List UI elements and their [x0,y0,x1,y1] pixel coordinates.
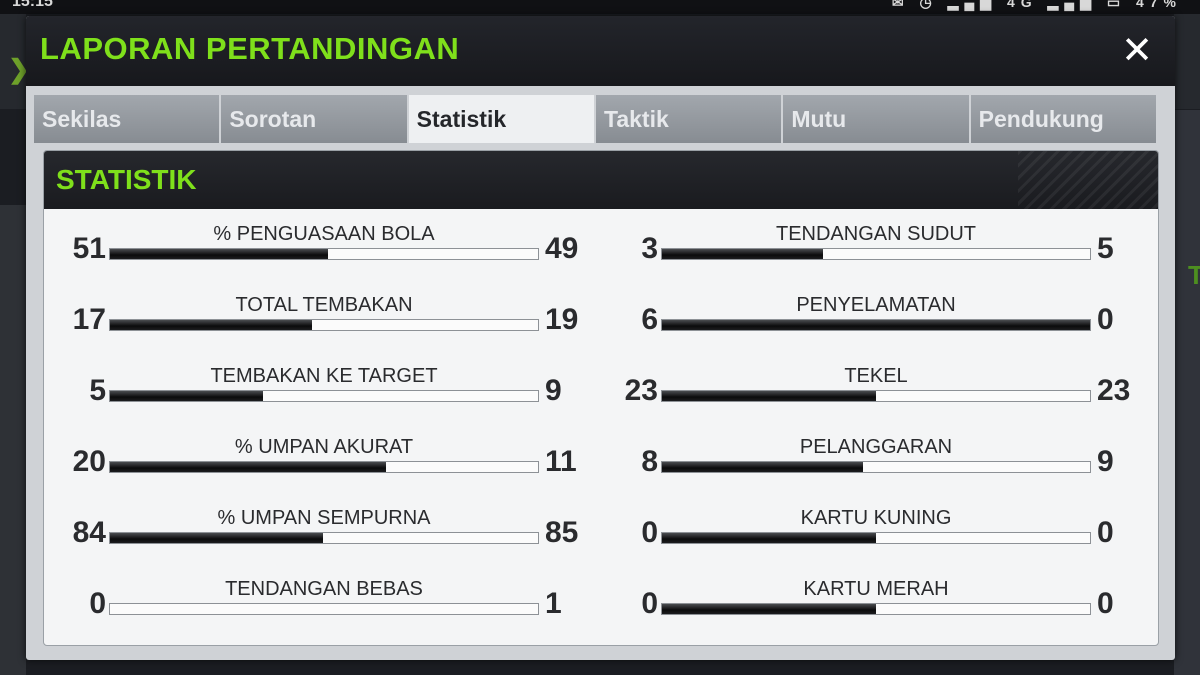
stat-row: TEMBAKAN KE TARGET 5 9 [44,365,564,417]
background-left-bar: ❯ [0,14,30,109]
stat-home-value: 20 [72,445,106,478]
stat-bar-fill [110,249,329,259]
background-right-bar [1174,14,1200,109]
stat-away-value: 0 [1097,303,1114,336]
stat-away-value: 5 [1097,232,1114,265]
stat-bar-fill [110,391,263,401]
tab-taktik[interactable]: Taktik [595,95,782,143]
status-clock: 15:15 [12,0,53,10]
stat-away-value: 85 [545,516,579,549]
stat-home-value: 3 [641,232,658,265]
stat-bar-fill [662,391,876,401]
stat-away-value: 9 [545,374,562,407]
stat-away-value: 49 [545,232,579,265]
stat-bar-fill [662,462,864,472]
tab-statistik[interactable]: Statistik [408,95,594,143]
stat-home-value: 0 [641,587,658,620]
stat-row: % PENGUASAAN BOLA 51 49 [44,223,579,275]
statistics-panel-header: STATISTIK [44,151,1158,209]
stat-comparison-bar [661,461,1091,473]
match-report-dialog: LAPORAN PERTANDINGAN ✕ Sekilas Sorotan S… [26,16,1175,660]
stat-row: TENDANGAN SUDUT 3 5 [596,223,1116,275]
stat-row: TOTAL TEMBAKAN 17 19 [44,294,579,346]
stat-bar-fill [110,462,387,472]
stat-home-value: 8 [641,445,658,478]
report-tabs: Sekilas Sorotan Statistik Taktik Mutu Pe… [34,95,1156,143]
background-right-panel: T [1174,110,1200,675]
stat-comparison-bar [109,603,539,615]
stat-bar-fill [110,320,313,330]
stat-away-value: 9 [1097,445,1114,478]
stat-label: PENYELAMATAN [796,294,956,316]
dialog-header: LAPORAN PERTANDINGAN ✕ [26,16,1175,86]
stat-label: % PENGUASAAN BOLA [213,223,435,245]
stat-home-value: 5 [89,374,106,407]
stat-label: % UMPAN SEMPURNA [217,507,431,529]
close-icon[interactable]: ✕ [1117,30,1157,70]
stat-label: PELANGGARAN [799,436,953,458]
stat-comparison-bar [109,319,539,331]
stat-row: KARTU KUNING 0 0 [596,507,1116,559]
stat-row: PELANGGARAN 8 9 [596,436,1116,488]
stat-row: % UMPAN AKURAT 20 11 [44,436,577,488]
stat-comparison-bar [109,532,539,544]
stat-comparison-bar [109,461,539,473]
stat-away-value: 11 [545,445,577,478]
stat-row: KARTU MERAH 0 0 [596,578,1116,630]
tab-sekilas[interactable]: Sekilas [34,95,220,143]
tab-sorotan[interactable]: Sorotan [221,95,407,143]
stat-comparison-bar [661,390,1091,402]
stat-label: TEKEL [844,365,908,387]
stat-home-value: 6 [641,303,658,336]
stat-comparison-bar [661,319,1091,331]
stat-bar-fill [662,320,1090,330]
stat-row: TENDANGAN BEBAS 0 1 [44,578,564,630]
stat-away-value: 0 [1097,516,1114,549]
stat-label: KARTU KUNING [800,507,952,529]
stat-row: % UMPAN SEMPURNA 84 85 [44,507,579,559]
stat-bar-fill [662,249,823,259]
stat-away-value: 1 [545,587,562,620]
stat-comparison-bar [661,603,1091,615]
stat-label: % UMPAN AKURAT [234,436,414,458]
stat-bar-fill [662,604,876,614]
tab-mutu[interactable]: Mutu [783,95,969,143]
tab-pendukung[interactable]: Pendukung [970,95,1156,143]
stat-label: TENDANGAN SUDUT [775,223,976,245]
stat-label: TOTAL TEMBAKAN [235,294,413,316]
stat-home-value: 0 [89,587,106,620]
header-stripes-decoration [1018,151,1158,209]
status-bar: 15:15 ✉ ◷ ▂▄▆ 4G ▂▄▆ ▭ 47% [0,0,1200,14]
status-icons: ✉ ◷ ▂▄▆ 4G ▂▄▆ ▭ 47% [891,0,1182,10]
background-left-panel [0,205,26,675]
stat-home-value: 17 [72,303,106,336]
stat-bar-fill [662,533,876,543]
stat-home-value: 84 [72,516,106,549]
stat-label: TEMBAKAN KE TARGET [210,365,438,387]
stat-away-value: 23 [1097,374,1131,407]
stat-label: KARTU MERAH [803,578,949,600]
stat-comparison-bar [661,532,1091,544]
stat-comparison-bar [109,390,539,402]
stat-home-value: 51 [72,232,106,265]
stat-home-value: 0 [641,516,658,549]
stat-away-value: 19 [545,303,579,336]
statistics-panel: STATISTIK % PENGUASAAN BOLA 51 49 TOTAL TEM… [43,150,1159,646]
stat-row: TEKEL 23 23 [596,365,1131,417]
stat-label: TENDANGAN BEBAS [225,578,423,600]
stat-away-value: 0 [1097,587,1114,620]
statistics-panel-title: STATISTIK [56,164,197,195]
background-right-label: T [1188,260,1200,290]
stat-comparison-bar [661,248,1091,260]
dialog-title: LAPORAN PERTANDINGAN [40,31,460,66]
stat-row: PENYELAMATAN 6 0 [596,294,1116,346]
stat-bar-fill [110,533,323,543]
stat-comparison-bar [109,248,539,260]
stat-home-value: 23 [624,374,658,407]
